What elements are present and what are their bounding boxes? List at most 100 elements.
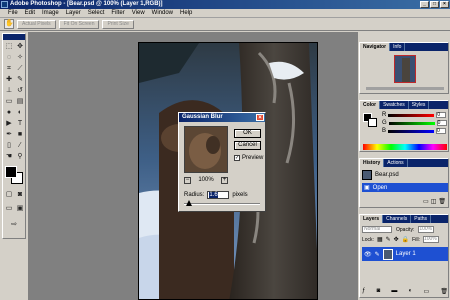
blue-value[interactable]: 0 xyxy=(436,128,447,134)
toolbox-grip[interactable] xyxy=(3,34,25,40)
photoshop-app-icon xyxy=(1,1,8,8)
hand-tool-icon[interactable]: ✋ xyxy=(4,19,14,29)
menu-view[interactable]: View xyxy=(132,9,145,17)
new-set-icon[interactable]: ▬ xyxy=(391,288,397,295)
preview-checkbox[interactable]: ✓ xyxy=(234,155,240,161)
eye-icon[interactable]: 👁 xyxy=(364,251,372,258)
trash-icon[interactable]: 🗑 xyxy=(438,198,446,205)
history-snapshot-row[interactable]: Bear.psd xyxy=(362,169,448,181)
menu-edit[interactable]: Edit xyxy=(25,9,35,17)
eyedropper-icon[interactable]: ⁄ xyxy=(15,141,25,151)
actual-pixels-button[interactable]: Actual Pixels xyxy=(17,19,56,29)
tab-color[interactable]: Color xyxy=(360,101,381,109)
red-value[interactable]: 0 xyxy=(436,112,447,118)
cancel-button[interactable]: Cancel xyxy=(234,141,261,150)
menu-layer[interactable]: Layer xyxy=(66,9,81,17)
radius-input[interactable]: 1.6 xyxy=(207,191,230,199)
print-size-button[interactable]: Print Size xyxy=(102,19,134,29)
zoom-tool-icon[interactable]: ⚲ xyxy=(15,152,25,162)
crop-tool-icon[interactable]: ⌗ xyxy=(4,64,14,74)
shape-tool-icon[interactable]: ■ xyxy=(15,130,25,140)
jump-to-imageready-icon[interactable]: ⇨ xyxy=(9,220,19,230)
delete-layer-icon[interactable]: 🗑 xyxy=(440,288,448,295)
slice-tool-icon[interactable]: ⟋ xyxy=(15,64,25,74)
menu-help[interactable]: Help xyxy=(180,9,192,17)
new-snapshot-icon[interactable]: ◫ xyxy=(431,198,437,205)
tab-layers[interactable]: Layers xyxy=(360,215,384,223)
screen-mode-full-icon[interactable]: ▣ xyxy=(15,204,25,214)
blur-tool-icon[interactable]: ● xyxy=(4,108,14,118)
preview-thumbnail[interactable] xyxy=(184,126,228,173)
dialog-title: Gaussian Blur xyxy=(182,114,223,120)
menu-select[interactable]: Select xyxy=(88,9,105,17)
path-selection-icon[interactable]: ▶ xyxy=(4,119,14,129)
fill-input[interactable]: 100% xyxy=(422,236,439,243)
tab-info[interactable]: Info xyxy=(390,43,406,51)
navigator-zoom-slider[interactable] xyxy=(366,87,444,90)
brush-tool-icon[interactable]: ✎ xyxy=(15,75,25,85)
tab-navigator[interactable]: Navigator xyxy=(360,43,391,51)
tab-paths[interactable]: Paths xyxy=(411,215,432,223)
tab-actions[interactable]: Actions xyxy=(384,159,408,167)
eraser-tool-icon[interactable]: ▭ xyxy=(4,97,14,107)
brush-link-icon[interactable]: ✎ xyxy=(375,251,380,258)
color-background-swatch[interactable] xyxy=(368,118,377,127)
menu-file[interactable]: File xyxy=(8,9,18,17)
adjustment-layer-icon[interactable]: ◐ xyxy=(409,288,413,295)
healing-brush-icon[interactable]: ✚ xyxy=(4,75,14,85)
clone-stamp-icon[interactable]: ⊥ xyxy=(4,86,14,96)
screen-mode-standard-icon[interactable]: ▭ xyxy=(4,204,14,214)
tab-channels[interactable]: Channels xyxy=(383,215,412,223)
notes-tool-icon[interactable]: ▯ xyxy=(4,141,14,151)
tab-history[interactable]: History xyxy=(360,159,385,167)
foreground-color-swatch-top[interactable] xyxy=(5,166,17,178)
radius-slider-thumb[interactable] xyxy=(185,200,192,206)
magic-wand-icon[interactable]: ✧ xyxy=(15,53,25,63)
blend-mode-select[interactable]: Normal xyxy=(362,226,392,233)
tab-styles[interactable]: Styles xyxy=(409,101,430,109)
pen-tool-icon[interactable]: ✒ xyxy=(4,130,14,140)
blue-slider[interactable] xyxy=(388,129,435,133)
quick-mask-icon[interactable]: ◙ xyxy=(15,190,25,200)
opacity-input[interactable]: 100% xyxy=(418,226,435,233)
gradient-tool-icon[interactable]: ▤ xyxy=(15,97,25,107)
menu-image[interactable]: Image xyxy=(42,9,59,17)
lock-position-icon[interactable]: ✥ xyxy=(394,236,399,243)
menu-window[interactable]: Window xyxy=(152,9,173,17)
tab-swatches[interactable]: Swatches xyxy=(380,101,409,109)
menu-filter[interactable]: Filter xyxy=(111,9,124,17)
fit-on-screen-button[interactable]: Fit On Screen xyxy=(58,19,100,29)
layer-mask-icon[interactable]: ◙ xyxy=(377,288,381,295)
history-brush-icon[interactable]: ↺ xyxy=(15,86,25,96)
move-tool-icon[interactable]: ✥ xyxy=(15,42,25,52)
dodge-tool-icon[interactable]: ◐ xyxy=(15,108,25,118)
color-spectrum-ramp[interactable] xyxy=(363,144,447,150)
radius-slider-track[interactable] xyxy=(184,203,260,205)
lock-all-icon[interactable]: 🔒 xyxy=(402,236,409,243)
hand-icon[interactable]: ☚ xyxy=(4,152,14,162)
zoom-in-button[interactable]: + xyxy=(220,176,228,184)
green-value[interactable]: 0 xyxy=(436,120,447,126)
zoom-out-button[interactable]: − xyxy=(184,176,191,184)
preview-label: Preview xyxy=(242,155,264,161)
close-button[interactable]: × xyxy=(440,1,449,8)
maximize-button[interactable]: □ xyxy=(430,1,439,8)
new-document-icon[interactable]: ▭ xyxy=(423,198,429,205)
history-open-row[interactable]: ▣ Open xyxy=(362,183,448,192)
lock-transparency-icon[interactable]: ▦ xyxy=(377,236,383,243)
marquee-tool-icon[interactable]: ⬚ xyxy=(4,42,14,52)
lasso-tool-icon[interactable]: ◌ xyxy=(4,53,14,63)
minimize-button[interactable]: _ xyxy=(420,1,429,8)
navigator-thumbnail[interactable] xyxy=(394,55,416,83)
dialog-title-bar[interactable]: Gaussian Blur × xyxy=(179,113,265,122)
type-tool-icon[interactable]: T xyxy=(15,119,25,129)
ok-button[interactable]: OK xyxy=(234,129,261,138)
standard-mode-icon[interactable]: ▢ xyxy=(4,190,14,200)
new-layer-icon[interactable]: ▭ xyxy=(423,288,429,295)
dialog-close-button[interactable]: × xyxy=(256,114,264,121)
lock-image-icon[interactable]: ✎ xyxy=(386,236,391,243)
layer-style-icon[interactable]: ƒ xyxy=(362,288,365,295)
green-slider[interactable] xyxy=(388,121,435,125)
layer-row[interactable]: 👁 ✎ Layer 1 xyxy=(362,247,448,261)
red-slider[interactable] xyxy=(388,113,435,117)
